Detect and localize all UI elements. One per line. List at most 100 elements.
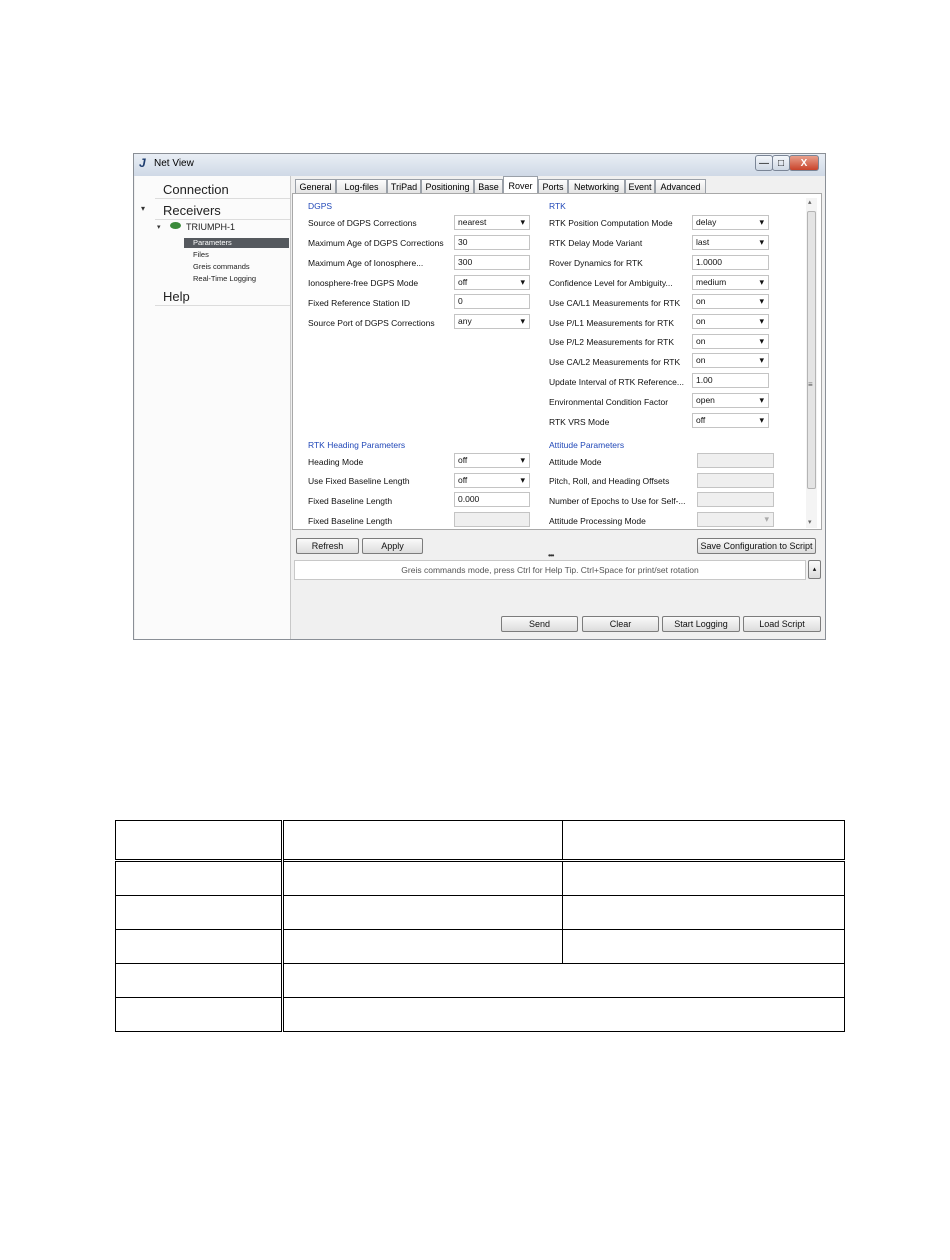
environment-factor-label: Environmental Condition Factor [549,397,669,407]
scrollbar-thumb[interactable] [807,211,816,489]
use-p-l1-select[interactable]: on [692,314,769,329]
tab-ports[interactable]: Ports [538,179,568,193]
confidence-level-select[interactable]: medium [692,275,769,290]
close-button[interactable]: X [789,155,819,171]
sidebar-item-files[interactable]: Files [184,250,289,260]
dgps-max-age-field[interactable]: 30 [454,235,530,250]
load-script-button[interactable]: Load Script [743,616,821,632]
dgps-source-select[interactable]: nearest [454,215,530,230]
rtk-delay-variant-select[interactable]: last [692,235,769,250]
table-cell [282,820,563,861]
tab-tripad[interactable]: TriPad [387,179,421,193]
panel-scrollbar[interactable]: ▴ ≡ ▾ [806,198,817,528]
expand-arrow-icon[interactable]: ▾ [141,204,145,213]
tab-base[interactable]: Base [474,179,503,193]
apply-button[interactable]: Apply [362,538,423,554]
use-ca-l1-select[interactable]: on [692,294,769,309]
use-p-l2-select[interactable]: on [692,334,769,349]
iono-free-mode-select[interactable]: off [454,275,530,290]
dgps-source-port-label: Source Port of DGPS Corrections [308,318,435,328]
table-cell [115,895,284,930]
ref-station-id-field[interactable]: 0 [454,294,530,309]
use-ca-l2-select[interactable]: on [692,353,769,368]
heading-section-title: RTK Heading Parameters [308,440,406,450]
refresh-button[interactable]: Refresh [296,538,359,554]
use-p-l2-label: Use P/L2 Measurements for RTK [549,337,675,347]
minimize-button[interactable]: — [755,155,773,171]
table-cell [562,929,845,964]
table-cell [282,860,563,896]
table-row [115,997,845,1032]
splitter-handle[interactable]: ••• [548,551,554,560]
table-row [115,963,845,998]
sidebar-item-real-time-logging[interactable]: Real-Time Logging [184,274,289,284]
use-ca-l1-label: Use CA/L1 Measurements for RTK [549,298,681,308]
tab-general[interactable]: General [295,179,336,193]
table-cell [562,860,845,896]
table-cell [562,895,845,930]
table-cell [282,895,563,930]
sidebar-item-help[interactable]: Help [155,287,290,306]
use-ca-l2-label: Use CA/L2 Measurements for RTK [549,357,681,367]
maximize-button[interactable]: □ [772,155,790,171]
sidebar-item-connection[interactable]: Connection [155,180,290,199]
environment-factor-select[interactable]: open [692,393,769,408]
table-row [115,895,845,930]
table-cell [282,929,563,964]
heading-mode-label: Heading Mode [308,457,364,467]
scroll-up-icon[interactable]: ▴ [808,198,812,206]
use-fixed-baseline-select[interactable]: off [454,473,530,488]
table-cell [115,997,284,1032]
dgps-source-label: Source of DGPS Corrections [308,218,417,228]
table-cell [115,963,284,998]
table-cell [562,820,845,861]
rover-dynamics-field[interactable]: 1.0000 [692,255,769,270]
title-bar[interactable]: J Net View — □ X [134,154,825,176]
clear-button[interactable]: Clear [582,616,659,632]
receiver-icon [170,222,181,229]
table-cell [115,820,284,861]
iono-free-mode-label: Ionosphere-free DGPS Mode [308,278,419,288]
epochs-self-field [697,492,774,507]
rtk-delay-variant-label: RTK Delay Mode Variant [549,238,643,248]
sidebar-item-greis-commands[interactable]: Greis commands [184,262,289,272]
tab-positioning[interactable]: Positioning [421,179,474,193]
expand-arrow-icon[interactable]: ▾ [157,223,161,231]
sidebar-item-receivers[interactable]: Receivers [155,201,290,220]
receiver-triumph-1[interactable]: TRIUMPH-1 [186,222,235,232]
confidence-level-label: Confidence Level for Ambiguity... [549,278,673,288]
rtk-vrs-mode-label: RTK VRS Mode [549,417,610,427]
send-button[interactable]: Send [501,616,578,632]
attitude-processing-mode-label: Attitude Processing Mode [549,516,646,526]
ref-station-id-label: Fixed Reference Station ID [308,298,411,308]
app-logo-icon: J [139,156,146,170]
dgps-source-port-select[interactable]: any [454,314,530,329]
tab-log-files[interactable]: Log-files [336,179,387,193]
tab-rover[interactable]: Rover [503,176,538,194]
pitch-roll-heading-offsets-label: Pitch, Roll, and Heading Offsets [549,476,670,486]
tab-advanced[interactable]: Advanced [655,179,706,193]
rtk-position-mode-select[interactable]: delay [692,215,769,230]
save-configuration-button[interactable]: Save Configuration to Script [697,538,816,554]
command-input[interactable]: Greis commands mode, press Ctrl for Help… [294,560,806,580]
sidebar-item-parameters[interactable]: Parameters [184,238,289,248]
table-cell [282,963,845,998]
update-interval-field[interactable]: 1.00 [692,373,769,388]
fixed-baseline-length-field[interactable]: 0.000 [454,492,530,507]
heading-mode-select[interactable]: off [454,453,530,468]
table-row [115,860,845,896]
tab-event[interactable]: Event [625,179,655,193]
attitude-processing-mode-select [697,512,774,527]
collapse-button[interactable]: ▴ [808,560,821,579]
table-row [115,820,845,861]
rover-dynamics-label: Rover Dynamics for RTK [549,258,643,268]
tab-networking[interactable]: Networking [568,179,625,193]
scroll-down-icon[interactable]: ▾ [808,518,812,526]
iono-max-age-field[interactable]: 300 [454,255,530,270]
fixed-baseline-length-2-field [454,512,530,527]
rtk-vrs-mode-select[interactable]: off [692,413,769,428]
start-logging-button[interactable]: Start Logging [662,616,740,632]
epochs-self-label: Number of Epochs to Use for Self-... [549,496,686,506]
table-cell [282,997,845,1032]
attitude-mode-field [697,453,774,468]
